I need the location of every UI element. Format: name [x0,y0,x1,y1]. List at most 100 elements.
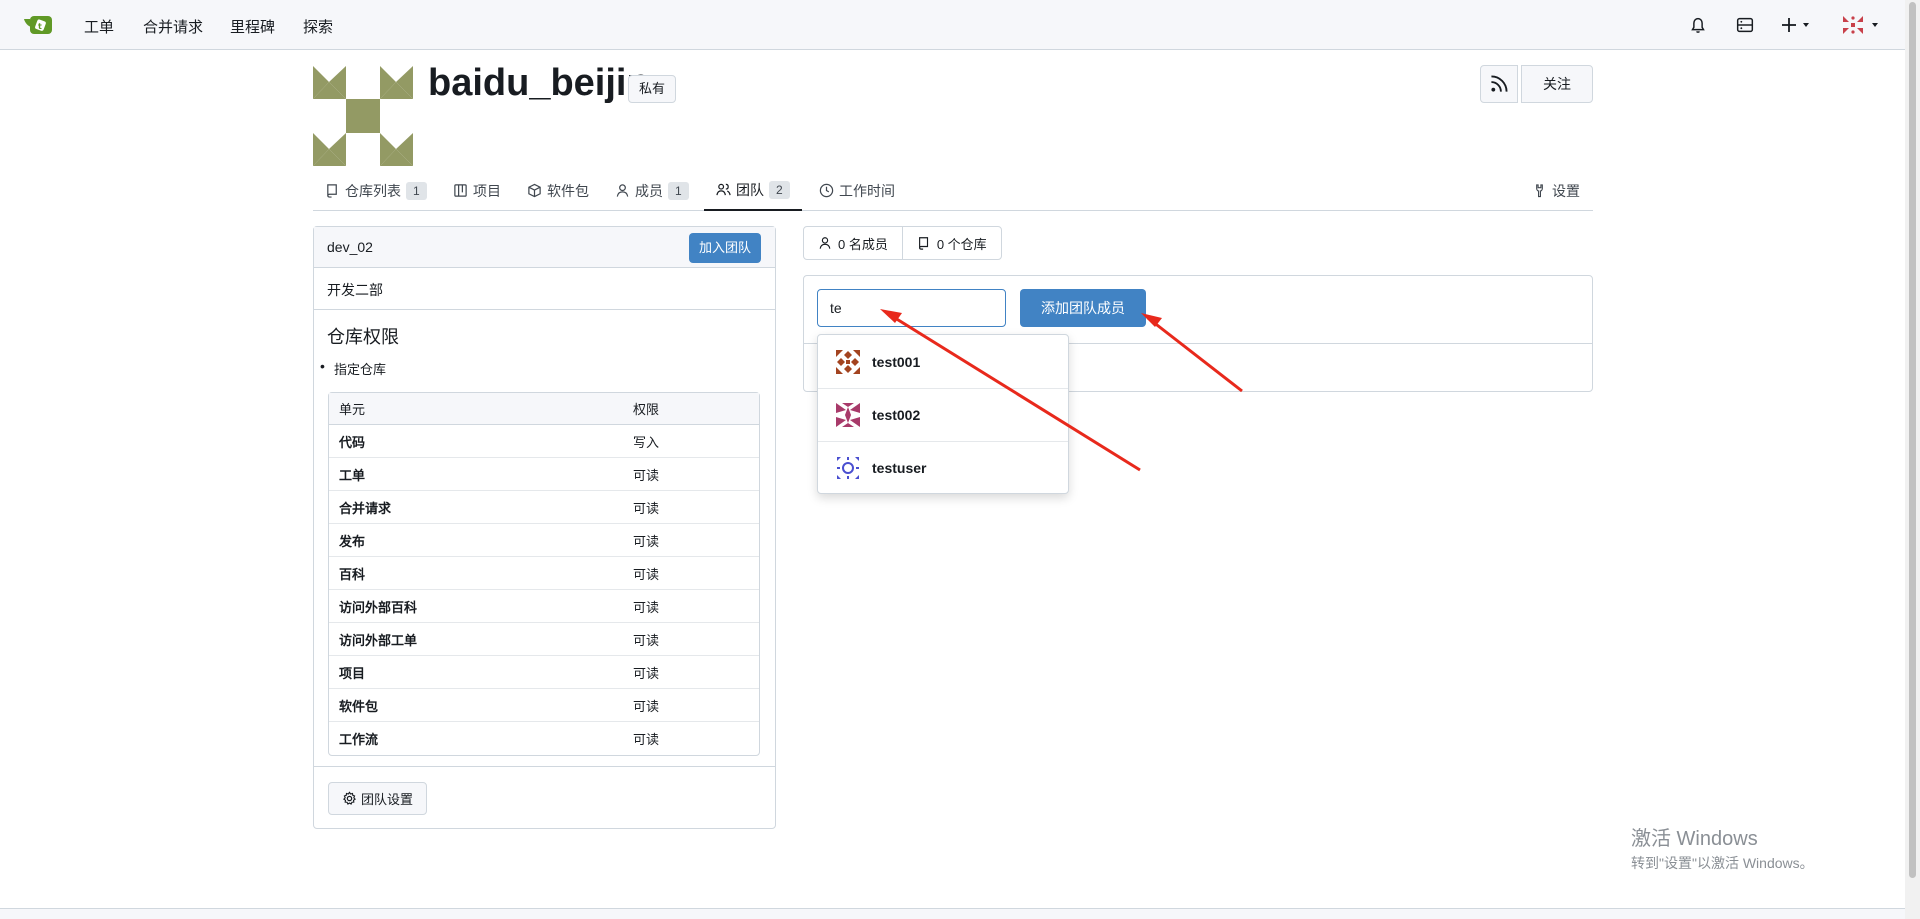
person-icon [819,237,831,249]
unit-cell: 访问外部百科 [329,590,623,623]
package-icon [528,183,541,198]
table-row: 项目 可读 [329,656,759,689]
tab-repositories[interactable]: 仓库列表 1 [325,170,427,211]
server-icon[interactable] [1734,14,1756,36]
unit-cell: 百科 [329,557,623,590]
table-row: 工单 可读 [329,458,759,491]
member-search-input[interactable] [817,289,1006,327]
org-tabs: 仓库列表 1 项目 软件包 成员 1 团队 2 工作时间 设置 [313,170,1593,211]
suggestion-item[interactable]: test002 [818,388,1068,441]
column-header-permission: 权限 [623,393,759,425]
join-team-button[interactable]: 加入团队 [688,233,761,263]
nav-link-explore[interactable]: 探索 [303,16,333,37]
people-icon [716,183,731,196]
tab-members[interactable]: 成员 1 [615,170,689,211]
table-header-row: 单元 权限 [329,393,759,425]
permission-cell: 可读 [623,458,759,491]
nav-link-issues[interactable]: 工单 [84,16,114,37]
gear-icon [343,791,356,805]
tab-label: 软件包 [547,182,589,199]
suggestion-username: test002 [872,407,921,423]
gitea-logo-icon[interactable]: t [22,13,54,37]
tab-label: 设置 [1552,182,1580,199]
create-menu-icon[interactable] [1780,14,1814,36]
unit-cell: 发布 [329,524,623,557]
tab-worktime[interactable]: 工作时间 [819,170,895,211]
members-count-tab[interactable]: 0 名成员 [804,227,902,259]
windows-activation-watermark: 激活 Windows 转到"设置"以激活 Windows。 [1631,822,1814,873]
bell-icon[interactable] [1687,14,1709,36]
permission-cell: 可读 [623,623,759,656]
suggestion-item[interactable]: test001 [818,335,1068,388]
table-row: 访问外部工单 可读 [329,623,759,656]
team-settings-button[interactable]: 团队设置 [328,782,428,815]
tab-label: 团队 [736,181,764,198]
user-suggestion-dropdown: test001 test002 testuser [817,334,1069,494]
table-row: 代码 写入 [329,425,759,458]
unit-cell: 访问外部工单 [329,623,623,656]
watermark-title: 激活 Windows [1631,828,1758,850]
permission-cell: 可读 [623,524,759,557]
table-row: 工作流 可读 [329,722,759,755]
permission-scope: 指定仓库 [320,358,386,378]
nav-link-milestones[interactable]: 里程碑 [230,16,275,37]
page-scrollbar[interactable] [1905,0,1920,919]
table-row: 软件包 可读 [329,689,759,722]
tab-label: 项目 [473,182,501,199]
footer-bar [0,908,1905,919]
user-avatar-icon [834,454,862,482]
svg-text:t: t [38,22,42,31]
permission-cell: 可读 [623,689,759,722]
permission-cell: 可读 [623,557,759,590]
members-count-label: 0 名成员 [838,236,888,252]
project-icon [454,184,467,197]
column-header-unit: 单元 [329,393,623,425]
suggestion-item[interactable]: testuser [818,441,1068,494]
add-team-member-button[interactable]: 添加团队成员 [1020,289,1146,327]
divider [314,766,775,767]
divider [314,309,775,310]
team-card: dev_02 加入团队 开发二部 仓库权限 指定仓库 单元 权限 代码写入 工单… [313,226,776,829]
repos-count-tab[interactable]: 0 个仓库 [901,227,1001,259]
permission-cell: 写入 [623,425,759,458]
top-navbar: t 工单 合并请求 里程碑 探索 [0,0,1905,50]
rss-button[interactable] [1480,65,1518,103]
repo-icon [918,237,928,250]
tab-label: 成员 [635,182,663,199]
table-row: 合并请求 可读 [329,491,759,524]
rss-icon [1491,75,1508,92]
unit-cell: 工作流 [339,732,379,747]
permission-cell: 可读 [623,491,759,524]
org-name: baidu_beijin [428,62,650,104]
user-avatar-icon[interactable] [1840,14,1884,36]
suggestion-username: test001 [872,353,921,370]
unit-cell: 代码 [329,425,623,458]
tab-label: 仓库列表 [345,182,401,199]
unit-cell: 软件包 [329,689,623,722]
org-avatar [313,66,413,166]
table-row: 发布 可读 [329,524,759,557]
tab-packages[interactable]: 软件包 [527,170,589,211]
tool-icon [1536,184,1543,198]
team-card-header: dev_02 加入团队 [314,227,775,268]
permission-cell: 可读 [623,656,759,689]
tab-count: 2 [769,180,790,199]
permission-title: 仓库权限 [327,327,399,347]
permission-cell: 可读 [633,732,660,747]
tab-label: 工作时间 [839,182,895,199]
team-description: 开发二部 [327,282,383,298]
unit-cell: 合并请求 [329,491,623,524]
team-name: dev_02 [327,239,373,255]
user-avatar-icon [834,401,862,429]
tab-teams[interactable]: 团队 2 [704,170,802,211]
team-stats: 0 名成员 0 个仓库 [803,226,1002,260]
user-avatar-icon [834,347,862,376]
follow-button[interactable]: 关注 [1521,65,1593,103]
unit-cell: 工单 [329,458,623,491]
tab-settings[interactable]: 设置 [1532,170,1580,211]
nav-link-pulls[interactable]: 合并请求 [143,16,203,37]
suggestion-username: testuser [872,460,927,476]
scrollbar-thumb[interactable] [1909,2,1916,878]
tab-count: 1 [406,181,427,200]
tab-projects[interactable]: 项目 [453,170,501,211]
